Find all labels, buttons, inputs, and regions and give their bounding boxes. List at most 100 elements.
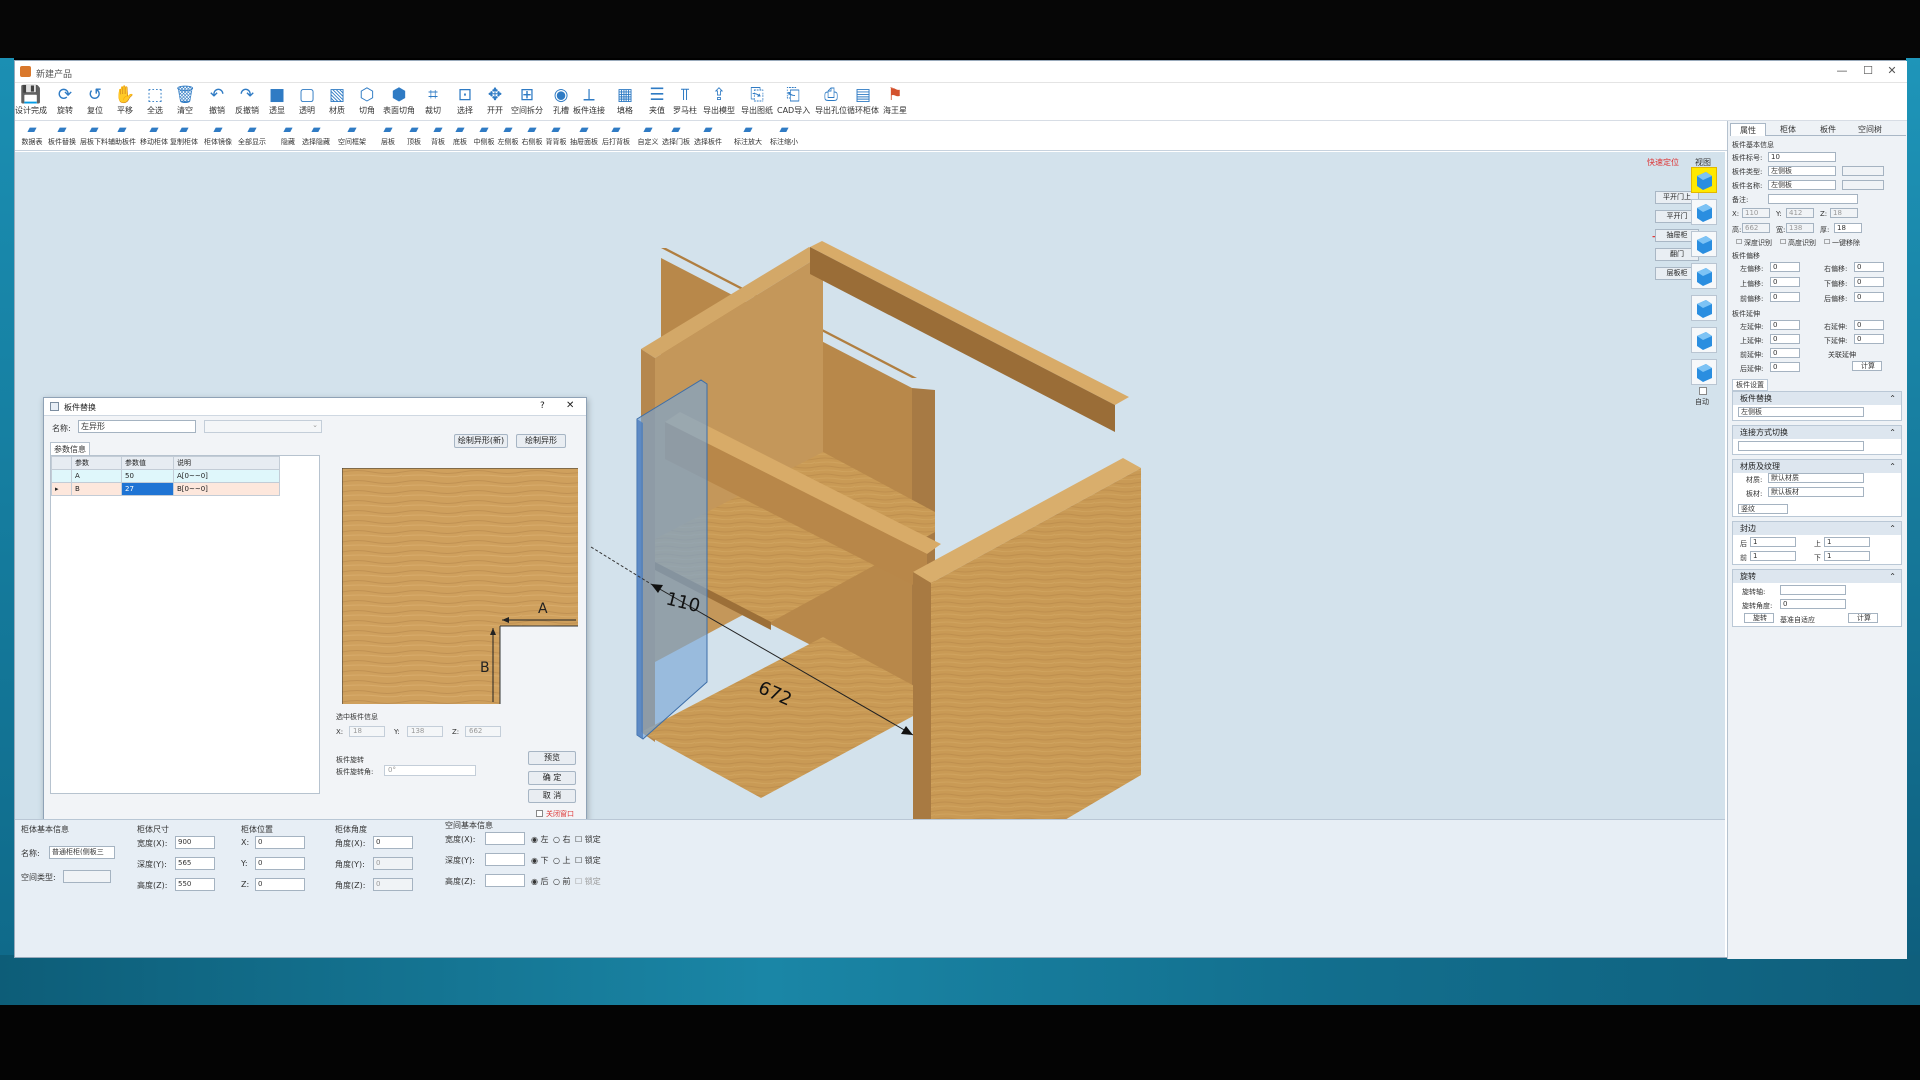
toolbar-undo-button[interactable]: ↶ 撤销 — [201, 85, 233, 116]
dialog-name-input[interactable]: 左异形 — [78, 420, 196, 433]
space-depth-up-radio[interactable]: ○ 上 — [553, 855, 571, 866]
toolbar-reset-button[interactable]: ↺ 复位 — [79, 85, 111, 116]
material-select[interactable]: 默认材质 — [1768, 473, 1864, 483]
rotate-axis-select[interactable] — [1780, 585, 1846, 595]
edge-input[interactable]: 1 — [1750, 551, 1796, 561]
extend-input[interactable]: 0 — [1854, 320, 1884, 330]
space-height-input[interactable] — [485, 874, 525, 887]
section-header[interactable]: 旋转 ⌃ — [1733, 570, 1901, 583]
space-height-front-radio[interactable]: ○ 前 — [553, 876, 571, 887]
view-cube-3-icon[interactable] — [1691, 263, 1717, 289]
extend-input[interactable]: 0 — [1770, 348, 1800, 358]
view-cube-5-icon[interactable] — [1691, 327, 1717, 353]
extend-input[interactable]: 0 — [1854, 334, 1884, 344]
toolbar-neptune-button[interactable]: ⚑ 海王星 — [879, 85, 911, 116]
cancel-button[interactable]: 取 消 — [528, 789, 576, 803]
field-input[interactable]: 左侧板 — [1768, 166, 1836, 176]
field-select[interactable] — [1842, 166, 1884, 176]
toolbar2-button-22[interactable]: ▰ 选择门板 — [659, 122, 693, 147]
value-cell[interactable]: 50 — [121, 469, 174, 483]
dialog-close-button[interactable]: ✕ — [566, 400, 574, 411]
ok-button[interactable]: 确 定 — [528, 771, 576, 785]
tab-space-tree[interactable]: 空间树 — [1850, 123, 1890, 136]
toolbar2-button-1[interactable]: ▰ 板件替换 — [45, 122, 79, 147]
toolbar2-button-4[interactable]: ▰ 移动柜体 — [137, 122, 171, 147]
toolbar-rotate-button[interactable]: ⟳ 旋转 — [49, 85, 81, 116]
toolbar2-button-9[interactable]: ▰ 选择隐藏 — [299, 122, 333, 147]
tab-cabinet[interactable]: 柜体 — [1770, 123, 1806, 136]
section-header[interactable]: 板件替换 ⌃ — [1733, 392, 1901, 405]
space-width-lock-checkbox[interactable]: ☐ 锁定 — [575, 834, 601, 845]
pos-z-input[interactable]: 0 — [255, 878, 305, 891]
offset-input[interactable]: 0 — [1854, 262, 1884, 272]
edge-input[interactable]: 1 — [1824, 537, 1870, 547]
pos-x-input[interactable]: 0 — [255, 836, 305, 849]
value-cell-selected[interactable]: 27 — [121, 482, 174, 496]
thick-input[interactable]: 18 — [1834, 223, 1862, 233]
close-button[interactable]: ✕ — [1881, 64, 1903, 77]
toolbar-cad-import-button[interactable]: ⎗ CAD导入 — [777, 85, 810, 116]
space-width-right-radio[interactable]: ○ 右 — [553, 834, 571, 845]
offset-input[interactable]: 0 — [1770, 292, 1800, 302]
toolbar-pillar-button[interactable]: ⫪ 罗马柱 — [669, 85, 701, 116]
toolbar-cad-export-button[interactable]: ⎘ 导出图纸 — [741, 85, 773, 116]
toolbar-cabinet-loop-button[interactable]: ▤ 循环柜体 — [847, 85, 879, 116]
extend-input[interactable]: 0 — [1770, 320, 1800, 330]
toolbar-cut-button[interactable]: ⌗ 裁切 — [417, 85, 449, 116]
toolbar-trash-button[interactable]: 🗑 清空 — [169, 85, 201, 116]
edge-input[interactable]: 1 — [1750, 537, 1796, 547]
toolbar-select-all-button[interactable]: ⬚ 全选 — [139, 85, 171, 116]
toolbar2-button-10[interactable]: ▰ 空间框架 — [335, 122, 369, 147]
draw-shape-new-button[interactable]: 绘制异形(新) — [454, 434, 508, 448]
toolbar-export-model-button[interactable]: ⇪ 导出模型 — [703, 85, 735, 116]
collapse-icon[interactable]: ⌃ — [1889, 426, 1896, 439]
toolbar2-button-5[interactable]: ▰ 复制柜体 — [167, 122, 201, 147]
check-2[interactable]: ☐ — [1824, 238, 1830, 246]
section-header[interactable]: 连接方式切换 ⌃ — [1733, 426, 1901, 439]
collapse-icon[interactable]: ⌃ — [1889, 522, 1896, 535]
toolbar-hand-button[interactable]: ✋ 平移 — [109, 85, 141, 116]
view-cube-1-icon[interactable] — [1691, 199, 1717, 225]
replace-select[interactable]: 左侧板 — [1738, 407, 1864, 417]
height-input[interactable]: 550 — [175, 878, 215, 891]
calc-button-2[interactable]: 计算 — [1848, 613, 1878, 623]
check-0[interactable]: ☐ — [1736, 238, 1742, 246]
field-input[interactable] — [1768, 194, 1858, 204]
rotate-angle-input[interactable]: 0 — [1780, 599, 1846, 609]
space-width-input[interactable] — [485, 832, 525, 845]
grain-select[interactable]: 竖纹 — [1738, 504, 1788, 514]
toolbar-save-button[interactable]: 💾 设计完成 — [15, 85, 47, 116]
connect-select[interactable] — [1738, 441, 1864, 451]
toolbar2-button-6[interactable]: ▰ 柜体镜像 — [201, 122, 235, 147]
toolbar-grid-fill-button[interactable]: ▦ 填格 — [609, 85, 641, 116]
view-cube-6-icon[interactable] — [1691, 359, 1717, 385]
toolbar2-button-3[interactable]: ▰ 辅助板件 — [105, 122, 139, 147]
settings-tab[interactable]: 板件设置 — [1732, 379, 1768, 391]
space-depth-lock-checkbox[interactable]: ☐ 锁定 — [575, 855, 601, 866]
toolbar2-button-20[interactable]: ▰ 后打背板 — [599, 122, 633, 147]
view-cube-0-icon[interactable] — [1691, 167, 1717, 193]
draw-shape-button[interactable]: 绘制异形 — [516, 434, 566, 448]
toolbar-transparent-button[interactable]: ■ 透显 — [261, 85, 293, 116]
view-cube-4-icon[interactable] — [1691, 295, 1717, 321]
extend-input[interactable]: 0 — [1770, 362, 1800, 372]
tab-properties[interactable]: 属性 — [1730, 123, 1766, 136]
maximize-button[interactable]: ☐ — [1857, 64, 1879, 77]
offset-input[interactable]: 0 — [1770, 262, 1800, 272]
auto-view-checkbox[interactable] — [1699, 387, 1707, 395]
dialog-help-button[interactable]: ? — [540, 401, 545, 411]
angle-y-input[interactable]: 0 — [373, 857, 413, 870]
width-input[interactable]: 900 — [175, 836, 215, 849]
collapse-icon[interactable]: ⌃ — [1889, 460, 1896, 473]
table-row[interactable]: ▸ B 27 B[0~~0] — [51, 482, 280, 496]
pos-y-input[interactable]: 0 — [255, 857, 305, 870]
section-header[interactable]: 封边 ⌃ — [1733, 522, 1901, 535]
toolbar2-button-23[interactable]: ▰ 选择板件 — [691, 122, 725, 147]
rotate-button[interactable]: 旋转 — [1744, 613, 1774, 623]
space-height-back-radio[interactable]: ◉ 后 — [531, 876, 549, 887]
space-type-field[interactable] — [63, 870, 111, 883]
toolbar2-button-25[interactable]: ▰ 标注缩小 — [767, 122, 801, 147]
toolbar-select-button[interactable]: ⊡ 选择 — [449, 85, 481, 116]
offset-input[interactable]: 0 — [1854, 277, 1884, 287]
close-window-checkbox[interactable] — [536, 810, 543, 817]
